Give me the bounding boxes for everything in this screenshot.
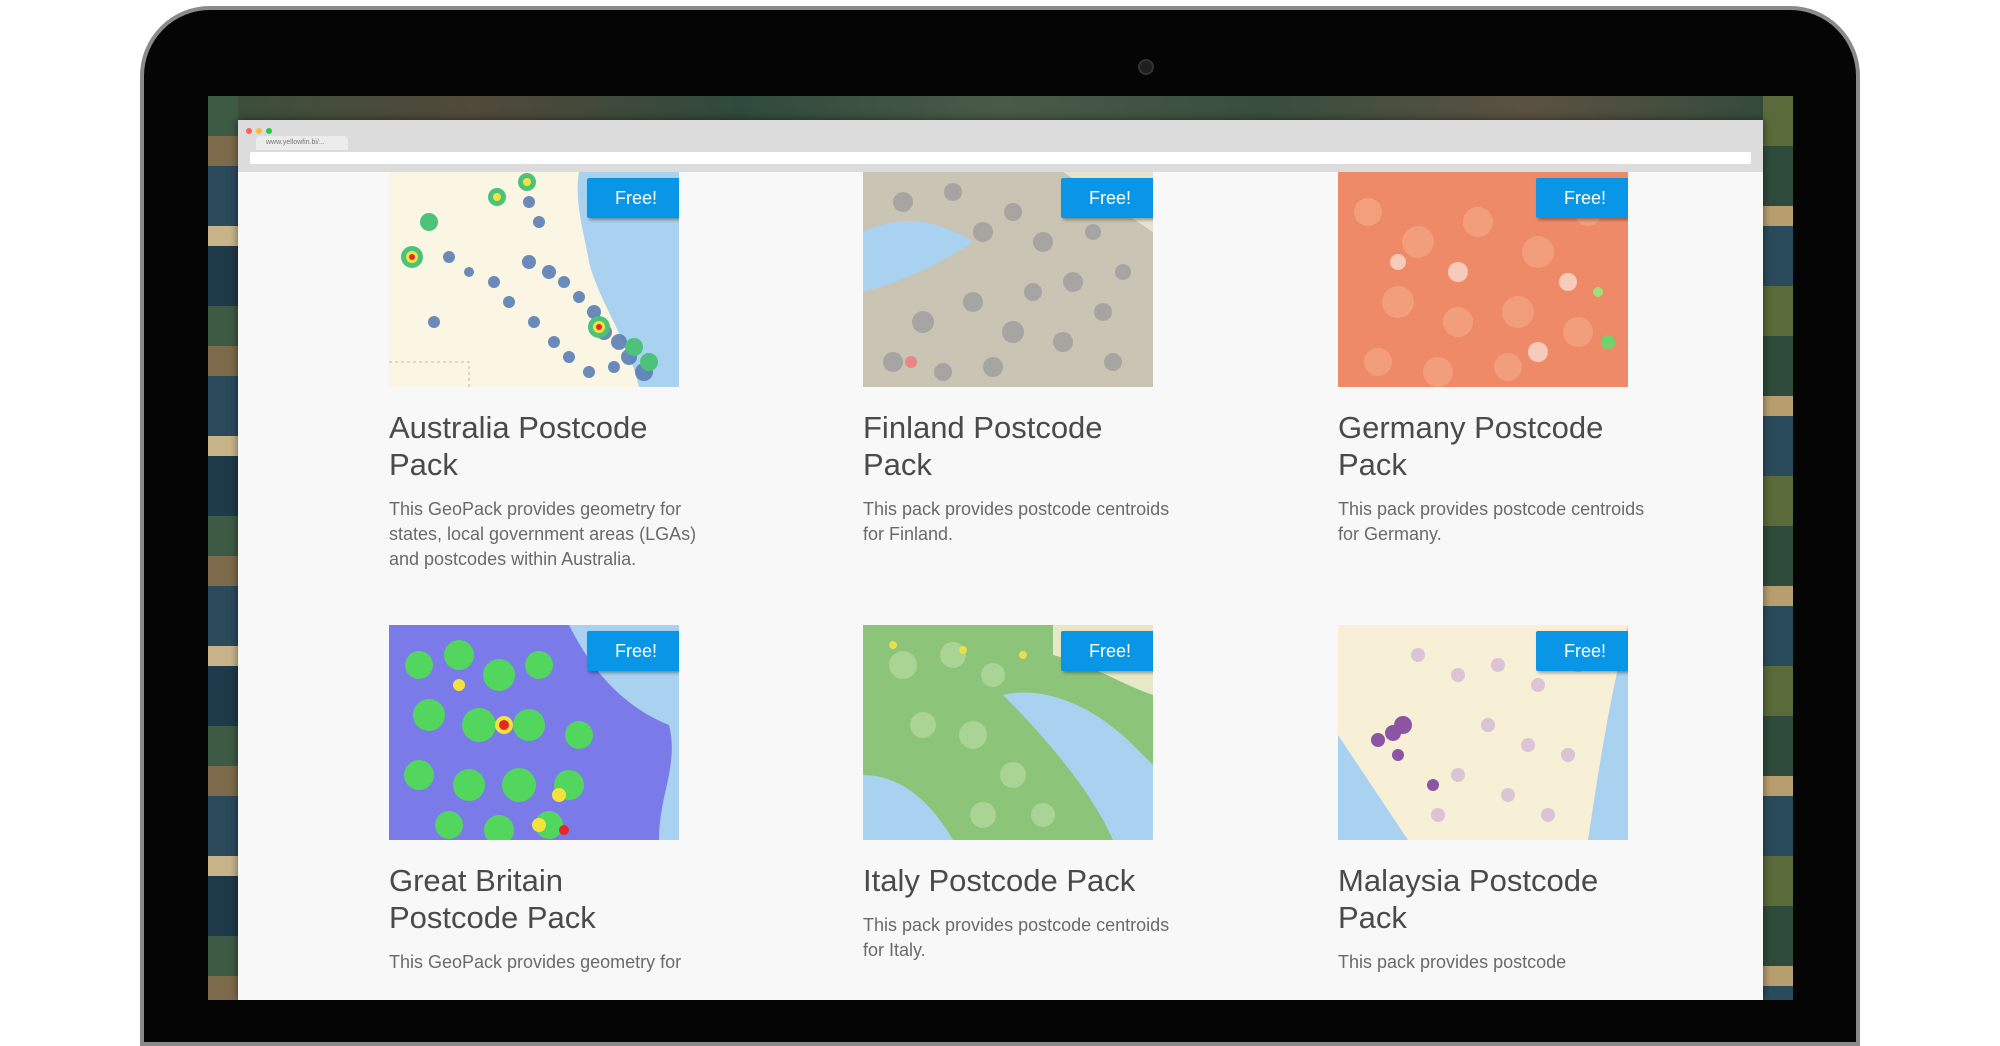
free-badge: Free! [1061,178,1153,218]
pack-thumbnail-germany[interactable]: Free! [1338,172,1628,387]
browser-tab[interactable]: www.yellowfin.bi/... [256,136,348,150]
pack-description: This pack provides postcode centroids fo… [863,499,1170,544]
pack-description: This pack provides postcode [1338,952,1567,972]
page-content: Free! Australia Postcode Pack This GeoPa… [256,172,1763,1000]
free-badge: Free! [1536,178,1628,218]
wallpaper-top [208,96,1793,122]
pack-description: This GeoPack provides geometry for state… [389,499,697,569]
browser-chrome: www.yellowfin.bi/... [238,120,1763,172]
maximize-window-button[interactable] [266,128,272,134]
pack-thumbnail-australia[interactable]: Free! [389,172,679,387]
free-badge: Free! [587,178,679,218]
pack-card-australia[interactable]: Free! Australia Postcode Pack This GeoPa… [389,172,696,572]
wallpaper-left [208,96,238,1000]
address-bar[interactable] [250,152,1751,164]
pack-thumbnail-malaysia[interactable]: Free! [1338,625,1628,840]
pack-card-finland[interactable]: Free! Finland Postcode Pack This pack pr… [863,172,1169,547]
pack-thumbnail-finland[interactable]: Free! [863,172,1153,387]
pack-thumbnail-great-britain[interactable]: Free! [389,625,679,840]
close-window-button[interactable] [246,128,252,134]
pack-title[interactable]: Italy Postcode Pack [863,862,1163,899]
pack-title[interactable]: Great Britain Postcode Pack [389,862,689,936]
pack-title[interactable]: Germany Postcode Pack [1338,409,1638,483]
pack-card-germany[interactable]: Free! Germany Postcode Pack This pack pr… [1338,172,1644,547]
pack-title[interactable]: Australia Postcode Pack [389,409,689,483]
pack-card-malaysia[interactable]: Free! Malaysia Postcode Pack This pack p… [1338,625,1638,975]
pack-title[interactable]: Finland Postcode Pack [863,409,1163,483]
pack-description: This pack provides postcode centroids fo… [1338,499,1645,544]
free-badge: Free! [587,631,679,671]
pack-thumbnail-italy[interactable]: Free! [863,625,1153,840]
free-badge: Free! [1536,631,1628,671]
laptop-screen: www.yellowfin.bi/... Free! Australia Pos… [208,96,1793,1000]
pack-card-great-britain[interactable]: Free! Great Britain Postcode Pack This G… [389,625,689,975]
pack-title[interactable]: Malaysia Postcode Pack [1338,862,1638,936]
pack-card-italy[interactable]: Free! Italy Postcode Pack This pack prov… [863,625,1169,963]
free-badge: Free! [1061,631,1153,671]
pack-description: This pack provides postcode centroids fo… [863,915,1170,960]
browser-window: www.yellowfin.bi/... Free! Australia Pos… [238,120,1763,1000]
window-controls [246,128,272,134]
minimize-window-button[interactable] [256,128,262,134]
wallpaper-right [1763,96,1793,1000]
camera-icon [1138,59,1154,75]
pack-description: This GeoPack provides geometry for [389,952,682,972]
